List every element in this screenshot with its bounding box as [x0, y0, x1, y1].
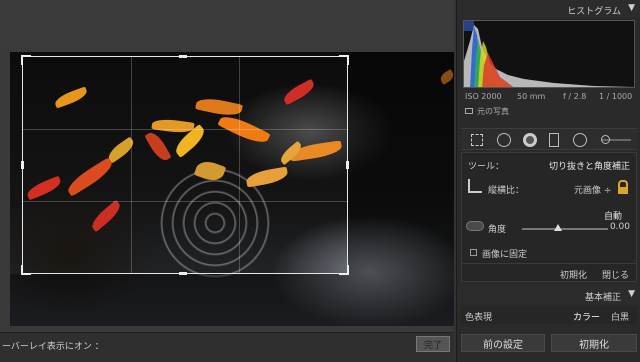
lock-icon[interactable]: [618, 180, 628, 194]
crop-handle-bottom-right[interactable]: [339, 265, 349, 275]
angle-slider-thumb[interactable]: [554, 224, 562, 231]
right-panel: ヒストグラム ▼ ISO 2000 50 mm f / 2.8 1 / 1000…: [456, 0, 640, 362]
histogram-chart: [464, 21, 634, 87]
angle-value[interactable]: 0.00: [610, 222, 630, 232]
tool-name: 切り抜きと角度補正: [548, 162, 630, 172]
treatment-label: 色表現: [465, 313, 493, 323]
constrain-checkbox[interactable]: [470, 249, 477, 256]
crop-dim-right: [348, 52, 454, 326]
tool-label: ツール：: [468, 162, 505, 172]
crop-frame[interactable]: [21, 55, 349, 275]
tool-strip: [461, 128, 637, 150]
crop-handle-bottom[interactable]: [179, 272, 187, 275]
reset-all-button[interactable]: 初期化: [551, 334, 637, 352]
constrain-label: 画像に固定: [482, 250, 528, 260]
bottom-toolbar: ーバーレイ表示にオン ：: [0, 332, 454, 362]
divider: [462, 263, 636, 264]
crop-gridline: [23, 201, 347, 202]
iso-value: ISO 2000: [465, 92, 502, 101]
crop-gridline: [131, 57, 132, 273]
crop-handle-bottom-left[interactable]: [21, 265, 31, 275]
basic-title: 基本補正: [584, 293, 621, 303]
photo-preview[interactable]: [10, 52, 454, 326]
crop-overlay-tool-icon[interactable]: [471, 134, 483, 146]
aperture-value: f / 2.8: [563, 92, 587, 101]
done-button[interactable]: 完了: [416, 336, 450, 352]
crop-handle-top[interactable]: [179, 55, 187, 58]
spot-removal-tool-icon[interactable]: [497, 133, 511, 147]
crop-handle-top-left[interactable]: [21, 55, 31, 65]
histogram-header[interactable]: ヒストグラム ▼: [457, 0, 640, 18]
crop-close-button[interactable]: 閉じる: [602, 268, 629, 281]
histogram-title: ヒストグラム: [567, 7, 621, 17]
crop-ratio-icon: [468, 179, 482, 193]
auto-button[interactable]: 自動: [604, 209, 622, 222]
original-photo-checkbox[interactable]: [465, 108, 473, 114]
basic-header[interactable]: 基本補正 ▼: [457, 286, 640, 304]
histogram-graph[interactable]: [463, 20, 635, 88]
crop-handle-right[interactable]: [346, 161, 349, 169]
aspect-select[interactable]: 元画像 ÷: [574, 183, 611, 196]
red-eye-tool-icon[interactable]: [523, 133, 537, 147]
collapse-triangle-icon[interactable]: ▼: [628, 289, 635, 299]
crop-handle-left[interactable]: [21, 161, 24, 169]
previous-settings-button[interactable]: 前の設定: [461, 334, 545, 352]
straighten-tool-icon[interactable]: [466, 221, 484, 231]
angle-label: 角度: [488, 225, 507, 235]
aspect-label: 縦横比：: [488, 186, 525, 196]
color-option[interactable]: カラー: [573, 310, 600, 323]
brush-icon[interactable]: [601, 135, 610, 144]
crop-gridline: [23, 129, 347, 130]
canvas-top-area: [0, 0, 454, 48]
focal-length-value: 50 mm: [517, 92, 546, 101]
graduated-filter-icon[interactable]: [549, 133, 559, 147]
bw-option[interactable]: 白黒: [611, 310, 629, 323]
overlay-setting-text[interactable]: ーバーレイ表示にオン ：: [2, 339, 104, 352]
crop-dim-bottom: [10, 274, 348, 326]
crop-settings-section: ツール： 切り抜きと角度補正 縦横比： 元画像 ÷ 自動 角度 0.00 画像に…: [461, 152, 637, 282]
angle-slider[interactable]: [522, 228, 608, 230]
crop-reset-button[interactable]: 初期化: [560, 268, 587, 281]
radial-filter-icon[interactable]: [573, 133, 587, 147]
crop-handle-top-right[interactable]: [339, 55, 349, 65]
treatment-row: 色表現 カラー 白黒: [461, 306, 637, 324]
collapse-triangle-icon[interactable]: ▼: [628, 3, 635, 13]
crop-gridline: [239, 57, 240, 273]
original-photo-label: 元の写真: [477, 107, 509, 116]
shutter-value: 1 / 1000: [599, 92, 633, 101]
